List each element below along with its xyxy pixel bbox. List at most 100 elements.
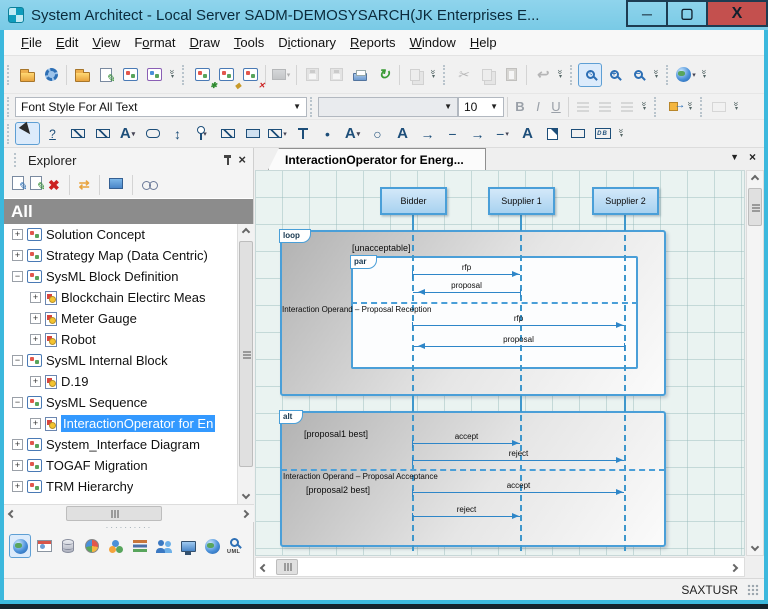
- toolbar-grip[interactable]: [182, 64, 187, 85]
- edit-definition-button[interactable]: ✎: [30, 175, 45, 195]
- tab-list-dropdown-icon[interactable]: ▼: [730, 152, 739, 162]
- database-symbol-tool[interactable]: [590, 122, 615, 145]
- font-size-combo[interactable]: 10 ▼: [458, 96, 504, 117]
- scroll-up-button[interactable]: [747, 171, 763, 187]
- message-rfp-2[interactable]: rfp: [412, 314, 624, 330]
- lifeline-head-bidder[interactable]: Bidder: [380, 187, 447, 215]
- scrollbar-thumb[interactable]: [239, 241, 253, 467]
- shape-diagonal-tool-2[interactable]: [90, 122, 115, 145]
- vertical-spacing-tool[interactable]: ↕: [165, 122, 190, 145]
- expand-icon[interactable]: [30, 418, 41, 429]
- save-all-button[interactable]: [324, 63, 348, 87]
- italic-button[interactable]: I: [529, 99, 547, 114]
- business-view-button[interactable]: [81, 534, 103, 558]
- open-button[interactable]: [15, 63, 39, 87]
- rounded-rect-tool[interactable]: [140, 122, 165, 145]
- menu-help[interactable]: Help: [463, 31, 504, 54]
- text-tool[interactable]: A ▾: [115, 122, 140, 145]
- toolbar-overflow[interactable]: [730, 95, 743, 119]
- toolbar-overflow[interactable]: [684, 95, 697, 119]
- save-button[interactable]: [300, 63, 324, 87]
- connector-pin-tool[interactable]: [290, 122, 315, 145]
- lifeline-supplier1[interactable]: [520, 215, 522, 551]
- scroll-right-button[interactable]: [237, 505, 253, 523]
- expand-icon[interactable]: [12, 460, 23, 471]
- scroll-left-button[interactable]: [256, 558, 272, 578]
- tree-item-meter-gauge[interactable]: Meter Gauge: [4, 308, 254, 329]
- web-view-button[interactable]: [201, 534, 223, 558]
- new-definition-button[interactable]: ✎: [12, 175, 27, 195]
- zoom-region-button[interactable]: ⁘: [578, 62, 602, 87]
- tree-item-sysml-sequence[interactable]: SysML Sequence: [4, 392, 254, 413]
- menu-file[interactable]: File: [14, 31, 49, 54]
- preview-button[interactable]: [108, 176, 123, 194]
- message-accept-1[interactable]: accept: [412, 432, 520, 448]
- toolbar-overflow[interactable]: [615, 122, 628, 146]
- align-left-button[interactable]: [572, 96, 594, 118]
- delete-button[interactable]: ✖: [48, 178, 60, 192]
- message-proposal-1[interactable]: proposal: [413, 281, 521, 297]
- tree-horizontal-scrollbar[interactable]: [4, 504, 254, 522]
- rectangle-tool[interactable]: [240, 122, 265, 145]
- scrollbar-thumb[interactable]: [66, 506, 162, 521]
- menu-dictionary[interactable]: Dictionary: [271, 31, 343, 54]
- note-tool[interactable]: [540, 122, 565, 145]
- menu-view[interactable]: View: [85, 31, 127, 54]
- expand-icon[interactable]: [12, 229, 23, 240]
- zoom-out-button[interactable]: −: [626, 63, 650, 87]
- tree-item-robot[interactable]: Robot: [4, 329, 254, 350]
- catalog-view-button[interactable]: [129, 534, 151, 558]
- tree-item-d19[interactable]: D.19: [4, 371, 254, 392]
- lifeline-tool[interactable]: ▾: [190, 122, 215, 145]
- tree-item-solution-concept[interactable]: Solution Concept: [4, 224, 254, 245]
- scroll-up-button[interactable]: [238, 224, 254, 240]
- sync-button[interactable]: ⇄: [79, 177, 90, 193]
- message-reject-1[interactable]: reject: [412, 449, 624, 465]
- menu-format[interactable]: Format: [127, 31, 182, 54]
- collapse-icon[interactable]: [12, 397, 23, 408]
- web-publish-button[interactable]: ▾: [674, 63, 698, 87]
- expand-icon[interactable]: [12, 250, 23, 261]
- maximize-button[interactable]: ▢: [666, 0, 708, 27]
- browse-icon[interactable]: [141, 180, 158, 190]
- edit-definition-button[interactable]: ✎: [94, 63, 118, 87]
- tree-item-togaf-migration[interactable]: TOGAF Migration: [4, 455, 254, 476]
- zoom-in-button[interactable]: +: [602, 63, 626, 87]
- arrow-line-tool-2[interactable]: →: [465, 122, 490, 145]
- expand-icon[interactable]: [30, 292, 41, 303]
- toolbar-grip[interactable]: [654, 96, 659, 117]
- message-accept-2[interactable]: accept: [412, 481, 624, 497]
- copy-definition-button[interactable]: [70, 63, 94, 87]
- select-pointer-tool[interactable]: [15, 121, 40, 145]
- close-panel-icon[interactable]: ×: [238, 153, 246, 166]
- expand-icon[interactable]: [12, 481, 23, 492]
- tree-item-sysml-block-definition[interactable]: SysML Block Definition: [4, 266, 254, 287]
- scrollbar-thumb[interactable]: [276, 559, 298, 575]
- scroll-down-button[interactable]: [747, 539, 763, 555]
- text-tool-3[interactable]: A: [390, 122, 415, 145]
- arrow-line-tool[interactable]: →: [415, 122, 440, 145]
- copy-button[interactable]: [475, 63, 499, 87]
- pin-icon[interactable]: [223, 154, 232, 166]
- bold-button[interactable]: B: [511, 99, 529, 114]
- options-button[interactable]: [39, 63, 63, 87]
- infrastructure-view-button[interactable]: [177, 534, 199, 558]
- expand-icon[interactable]: [30, 334, 41, 345]
- collapse-icon[interactable]: [12, 271, 23, 282]
- shape-tool[interactable]: [215, 122, 240, 145]
- ellipse-tool[interactable]: ○: [365, 122, 390, 145]
- comment-tool[interactable]: ?: [40, 122, 65, 145]
- menu-tools[interactable]: Tools: [227, 31, 271, 54]
- lifeline-supplier2[interactable]: [624, 215, 626, 551]
- expand-icon[interactable]: [12, 439, 23, 450]
- underline-button[interactable]: U: [547, 99, 565, 114]
- auto-route-button[interactable]: [662, 96, 686, 118]
- delete-diagram-button[interactable]: ✕: [238, 63, 265, 90]
- add-diagram-button[interactable]: ◆: [214, 63, 241, 90]
- tree-item-blockchain-electirc[interactable]: Blockchain Electirc Meas: [4, 287, 254, 308]
- tree-item-interactionoperator[interactable]: InteractionOperator for En: [4, 413, 254, 434]
- toolbar-overflow[interactable]: [650, 63, 663, 87]
- message-reject-2[interactable]: reject: [412, 505, 520, 521]
- align-right-button[interactable]: [616, 96, 638, 118]
- align-center-button[interactable]: [594, 96, 616, 118]
